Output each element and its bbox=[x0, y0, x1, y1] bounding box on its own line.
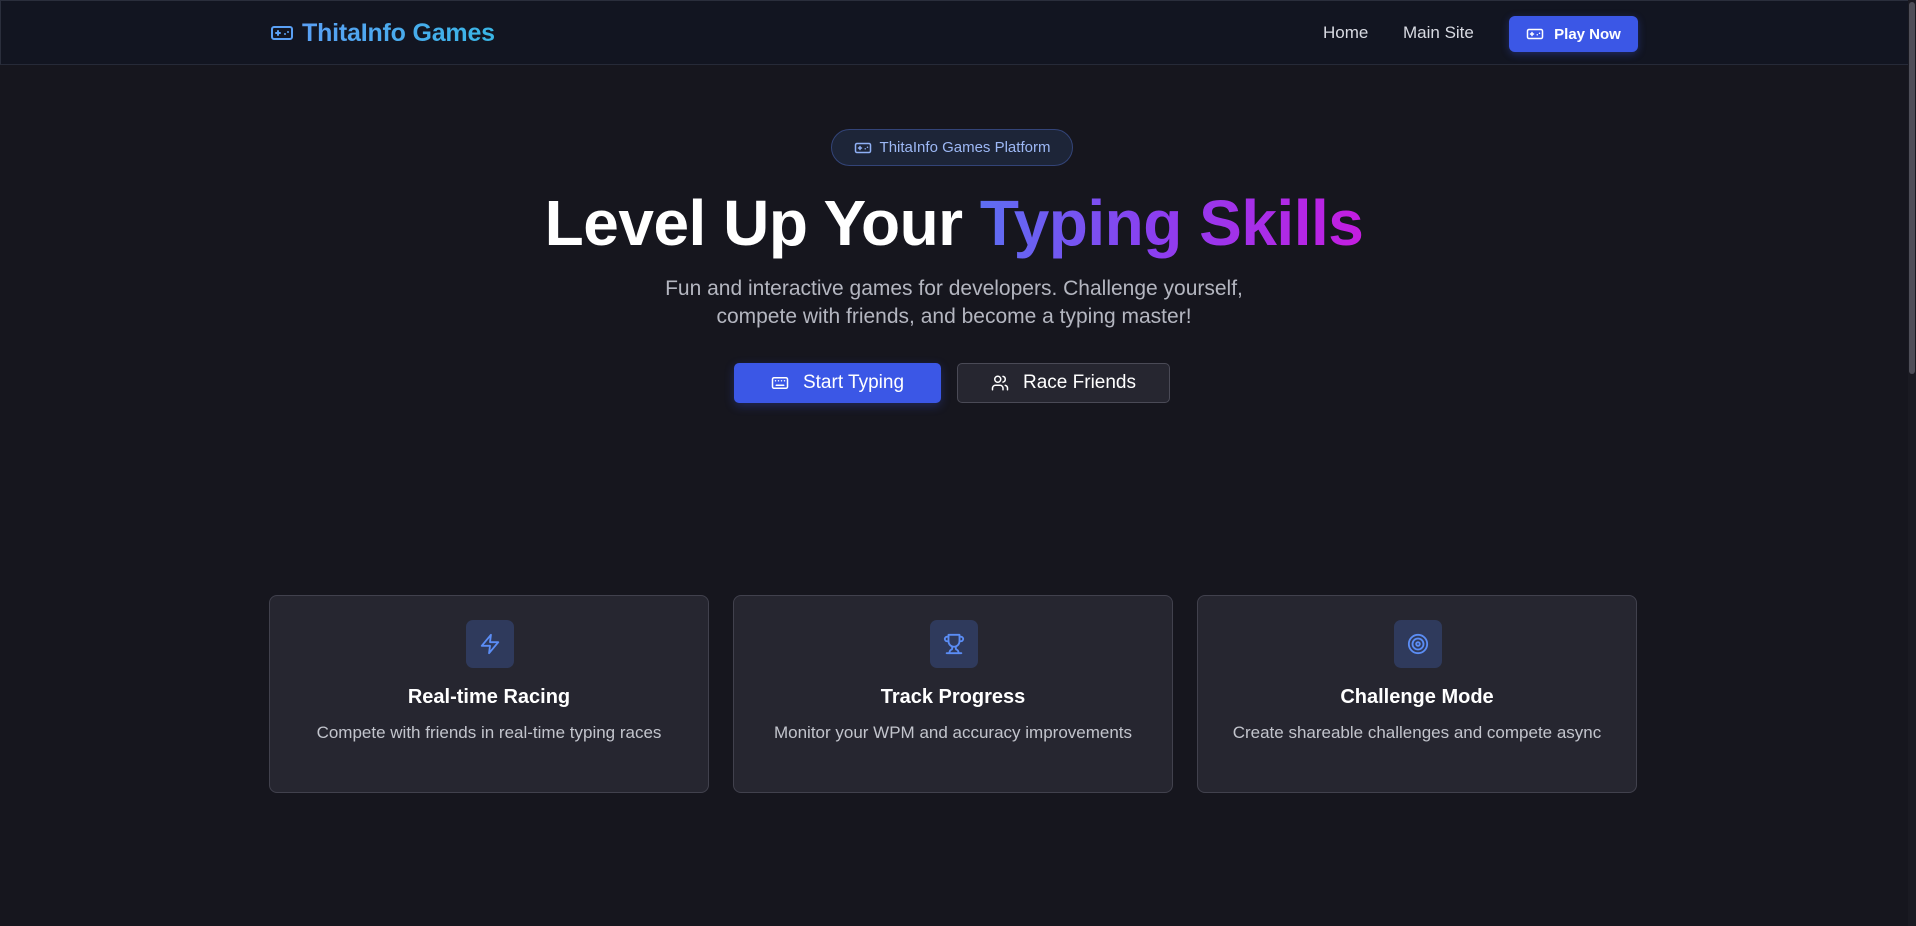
feature-title: Track Progress bbox=[880, 686, 1026, 708]
hero-title-highlight: Typing Skills bbox=[979, 187, 1364, 259]
page-scrollbar[interactable] bbox=[1908, 0, 1916, 926]
lightning-icon bbox=[466, 620, 514, 668]
nav-link-main-site[interactable]: Main Site bbox=[1403, 23, 1474, 43]
hero-subtitle: Fun and interactive games for developers… bbox=[0, 275, 1908, 331]
badge-label: ThitaInfo Games Platform bbox=[879, 139, 1051, 156]
brand-name: ThitaInfo Games bbox=[302, 18, 495, 47]
feature-title: Challenge Mode bbox=[1340, 686, 1494, 708]
play-now-label: Play Now bbox=[1554, 25, 1621, 43]
gamepad-icon bbox=[270, 21, 294, 45]
platform-badge: ThitaInfo Games Platform bbox=[831, 129, 1073, 166]
target-icon bbox=[1394, 620, 1442, 668]
trophy-icon bbox=[930, 620, 978, 668]
feature-title: Real-time Racing bbox=[407, 686, 571, 708]
hero-title-plain: Level Up Your bbox=[544, 187, 980, 259]
hero-title: Level Up Your Typing Skills bbox=[0, 183, 1908, 263]
feature-card-realtime-racing: Real-time Racing Compete with friends in… bbox=[269, 595, 709, 793]
feature-description: Create shareable challenges and compete … bbox=[1232, 723, 1602, 742]
brand-logo[interactable]: ThitaInfo Games bbox=[270, 15, 495, 51]
hero-subtitle-line-1: Fun and interactive games for developers… bbox=[665, 277, 1243, 300]
gamepad-icon bbox=[854, 139, 872, 157]
scrollbar-thumb[interactable] bbox=[1909, 2, 1915, 374]
feature-description: Compete with friends in real-time typing… bbox=[316, 723, 662, 742]
feature-card-track-progress: Track Progress Monitor your WPM and accu… bbox=[733, 595, 1173, 793]
feature-card-challenge-mode: Challenge Mode Create shareable challeng… bbox=[1197, 595, 1637, 793]
gamepad-icon bbox=[1526, 25, 1544, 43]
start-typing-button[interactable]: Start Typing bbox=[734, 363, 941, 403]
keyboard-icon bbox=[771, 374, 789, 392]
users-icon bbox=[991, 374, 1009, 392]
hero-subtitle-line-2: compete with friends, and become a typin… bbox=[716, 305, 1192, 328]
top-navbar: ThitaInfo Games Home Main Site Play Now bbox=[0, 0, 1908, 65]
feature-description: Monitor your WPM and accuracy improvemen… bbox=[773, 723, 1133, 742]
play-now-button[interactable]: Play Now bbox=[1509, 16, 1638, 52]
race-friends-label: Race Friends bbox=[1023, 372, 1136, 393]
start-typing-label: Start Typing bbox=[802, 372, 905, 393]
nav-link-home[interactable]: Home bbox=[1323, 23, 1368, 43]
race-friends-button[interactable]: Race Friends bbox=[957, 363, 1170, 403]
